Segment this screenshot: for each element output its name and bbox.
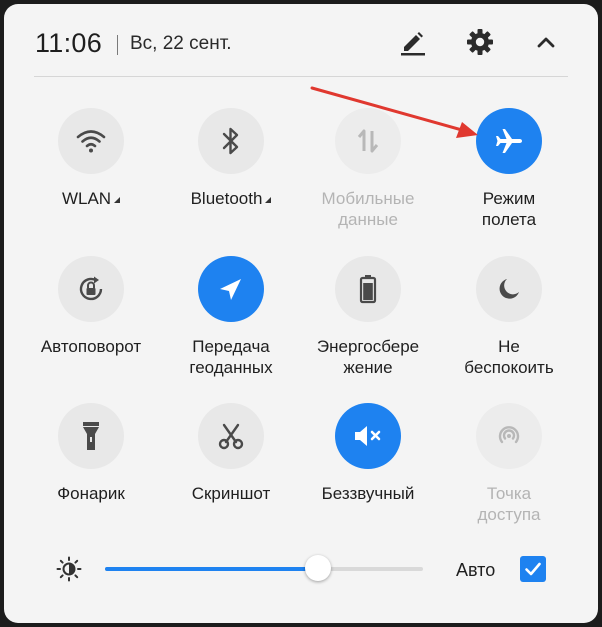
- annotation-arrow: [310, 86, 478, 138]
